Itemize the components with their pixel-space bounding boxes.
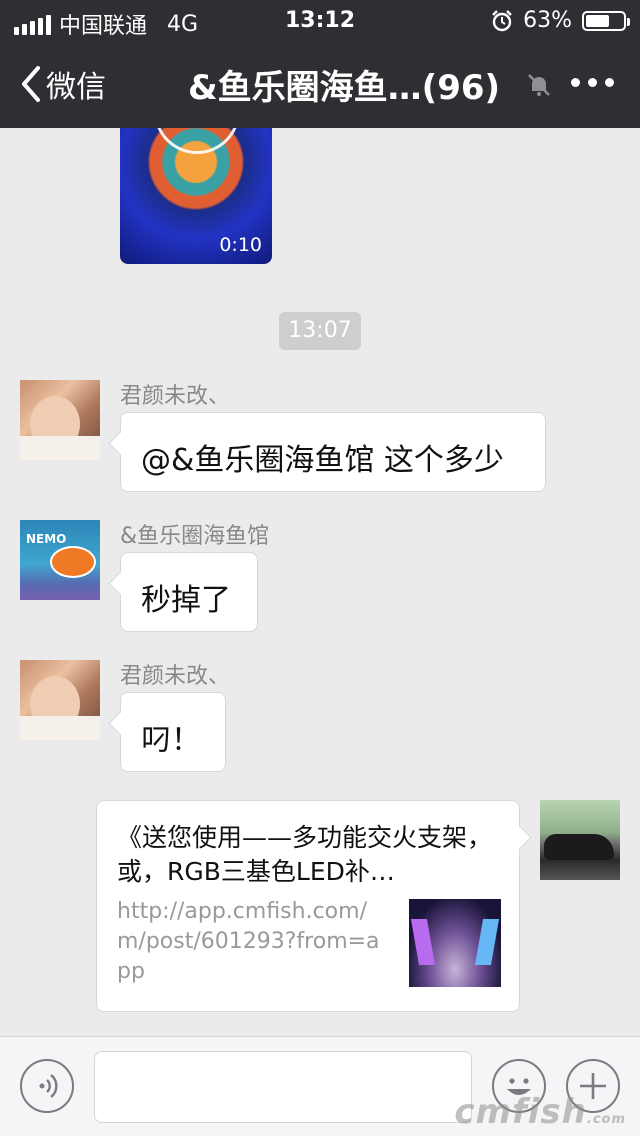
top-bar: 中国联通 4G 13:12 63% 微信 &鱼乐圈海鱼…(96) [0,0,640,128]
avatar[interactable] [20,380,100,460]
message-text: 叼！ [141,723,201,758]
play-icon [154,128,240,154]
link-title: 《送您使用——多功能交火支架，或，RGB三基色LED补… [117,823,493,886]
battery-fill [586,14,609,27]
alarm-icon [492,9,512,31]
message-bubble[interactable]: 叼！ [120,692,226,772]
video-message[interactable]: 0:10 [120,128,272,264]
battery-icon [582,10,630,31]
message-text: 秒掉了 [141,583,231,618]
sender-name: 君颜未改、 [120,664,231,689]
status-bar: 中国联通 4G 13:12 63% [0,0,640,42]
avatar[interactable]: NEMO [20,520,100,600]
video-duration: 0:10 [219,234,262,256]
timestamp-pill: 13:07 [279,312,361,350]
link-url: http://app.cmfish.com/m/post/601293?from… [117,899,380,984]
message-bubble[interactable]: 秒掉了 [120,552,258,632]
mute-bell-icon [528,74,550,96]
chat-title: &鱼乐圈海鱼…(96) [188,68,501,108]
link-thumbnail [409,899,501,987]
sender-name: 君颜未改、 [120,384,231,409]
sender-name: &鱼乐圈海鱼馆 [120,524,270,549]
chevron-left-icon [22,66,40,102]
back-label: 微信 [46,70,106,105]
message-text: @&鱼乐圈海鱼馆 这个多少 [141,443,504,478]
status-right: 63% [491,8,630,33]
watermark: cmfish.com [454,1092,626,1132]
voice-button[interactable] [20,1059,74,1113]
nav-bar: 微信 &鱼乐圈海鱼…(96) [0,42,640,128]
back-button[interactable]: 微信 [20,62,106,106]
avatar[interactable] [20,660,100,740]
message-input[interactable] [94,1051,472,1123]
more-button[interactable] [571,78,614,87]
my-avatar[interactable] [540,800,620,880]
battery-percent: 63% [523,8,572,33]
voice-icon [39,1074,58,1098]
message-bubble[interactable]: @&鱼乐圈海鱼馆 这个多少 [120,412,546,492]
chat-screen: 中国联通 4G 13:12 63% 微信 &鱼乐圈海鱼…(96) 0:10 13… [0,0,640,1136]
input-bar: cmfish.com [0,1036,640,1136]
link-card[interactable]: 《送您使用——多功能交火支架，或，RGB三基色LED补… http://app.… [96,800,520,1012]
